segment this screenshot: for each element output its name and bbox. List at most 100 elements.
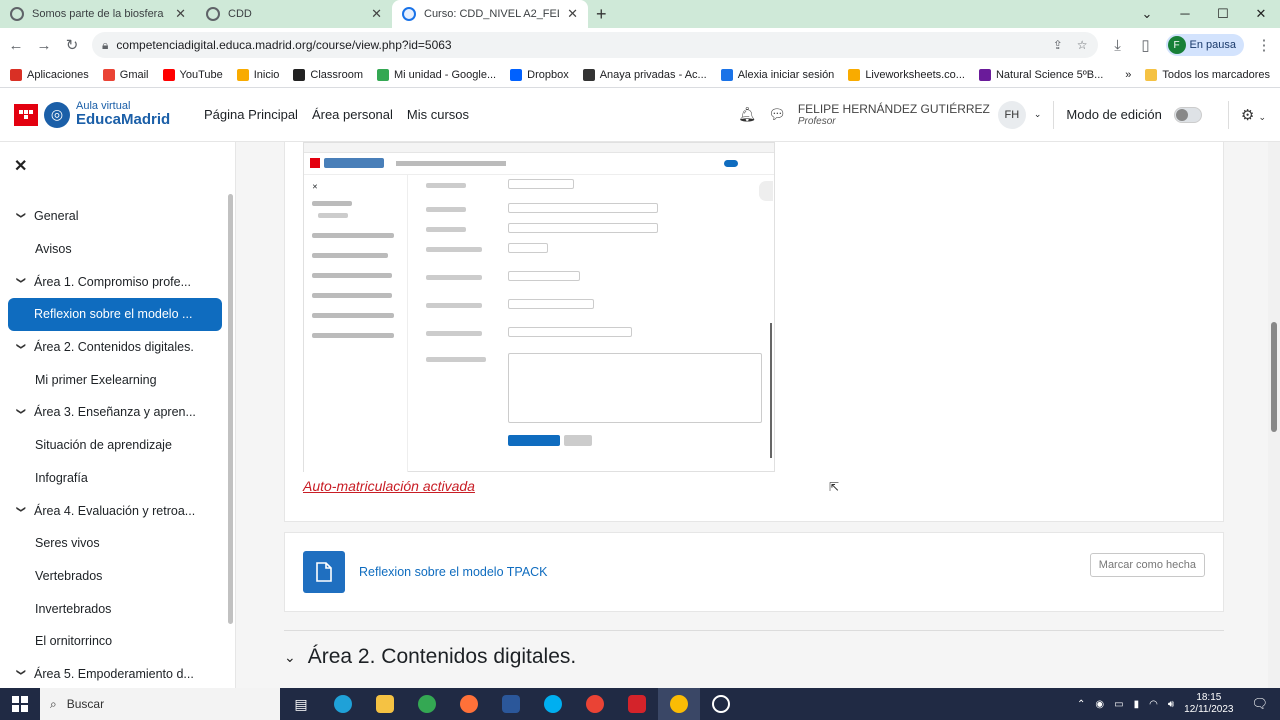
taskbar-clock[interactable]: 18:15 12/11/2023: [1184, 692, 1233, 716]
tab-close-icon[interactable]: ✕: [567, 6, 578, 22]
battery-icon[interactable]: ▮: [1134, 699, 1140, 710]
menu-home[interactable]: Página Principal: [204, 107, 298, 122]
network-icon[interactable]: ◠: [1149, 699, 1158, 710]
bookmark-item[interactable]: Gmail: [102, 68, 149, 81]
sidebar-activity[interactable]: Infografía: [0, 462, 235, 495]
bookmark-item[interactable]: Liveworksheets.co...: [848, 68, 965, 81]
chevron-down-icon[interactable]: ❯: [16, 407, 27, 417]
chevron-down-icon[interactable]: ❯: [16, 342, 27, 352]
sidebar-activity[interactable]: Seres vivos: [0, 527, 235, 560]
bookmark-item[interactable]: Mi unidad - Google...: [377, 68, 496, 81]
close-window-button[interactable]: ✕: [1242, 0, 1280, 28]
word-icon[interactable]: [490, 688, 532, 720]
menu-my-courses[interactable]: Mis cursos: [407, 107, 469, 122]
bookmark-item[interactable]: Inicio: [236, 68, 280, 81]
sidebar-section[interactable]: ❯ Área 1. Compromiso profe...: [0, 265, 235, 298]
forward-icon[interactable]: →: [36, 37, 52, 54]
user-menu[interactable]: FELIPE HERNÁNDEZ GUTIÉRREZ Profesor FH ⌄: [797, 100, 1041, 129]
browser-tab-3[interactable]: Curso: CDD_NIVEL A2_FELIPE HE ✕: [392, 0, 588, 28]
course-icon: [402, 7, 416, 21]
more-bookmarks-icon[interactable]: »: [1125, 69, 1131, 81]
task-view-icon[interactable]: ▤: [280, 688, 322, 720]
minimize-button[interactable]: ─: [1166, 0, 1204, 28]
messages-icon[interactable]: 💬︎: [768, 106, 786, 123]
menu-kebab-icon[interactable]: ⋮: [1256, 36, 1272, 54]
sidepanel-icon[interactable]: ▯: [1138, 36, 1154, 54]
bookmark-item[interactable]: YouTube: [162, 68, 223, 81]
page-scrollbar[interactable]: [1268, 142, 1280, 688]
auto-enrolment-link[interactable]: Auto-matriculación activada: [303, 478, 475, 494]
mark-as-done-button[interactable]: Marcar como hecha: [1089, 553, 1205, 577]
activity-link[interactable]: Reflexion sobre el modelo TPACK: [359, 565, 548, 579]
taskbar-search[interactable]: ⌕ Buscar: [40, 688, 280, 720]
sidebar-activity[interactable]: Vertebrados: [0, 560, 235, 593]
sidebar-activity[interactable]: Situación de aprendizaje: [0, 429, 235, 462]
educamadrid-logo[interactable]: ◎ Aula virtual EducaMadrid: [14, 101, 204, 128]
sidebar-section[interactable]: ❯ Área 2. Contenidos digitales.: [0, 331, 235, 364]
maximize-button[interactable]: ☐: [1204, 0, 1242, 28]
url-bar[interactable]: 🔒︎ competenciadigital.educa.madrid.org/c…: [92, 32, 1098, 58]
reload-icon[interactable]: ↻: [64, 36, 80, 54]
sidebar-activity[interactable]: Avisos: [0, 233, 235, 266]
screen-recorder-icon[interactable]: [700, 688, 742, 720]
sidebar-activity-selected[interactable]: Reflexion sobre el modelo ...: [8, 298, 222, 331]
chrome-icon[interactable]: [574, 688, 616, 720]
chevron-down-icon[interactable]: ❯: [16, 506, 27, 516]
user-name: FELIPE HERNÁNDEZ GUTIÉRREZ: [797, 101, 990, 116]
file-explorer-icon[interactable]: [364, 688, 406, 720]
bookmark-item[interactable]: Natural Science 5ºB...: [978, 68, 1103, 81]
volume-icon[interactable]: 🔊︎: [1168, 699, 1174, 710]
sidebar-item-label: Área 2. Contenidos digitales.: [34, 340, 194, 355]
chevron-down-icon[interactable]: ❯: [16, 669, 27, 679]
bell-icon[interactable]: 🔔︎: [738, 106, 756, 123]
tab-search-icon[interactable]: ⌄: [1128, 0, 1166, 28]
divider: [1227, 100, 1229, 129]
chevron-up-icon[interactable]: ⌃: [1077, 699, 1085, 710]
bookmark-item[interactable]: Aplicaciones: [10, 68, 89, 81]
windows-start-button[interactable]: [0, 696, 40, 712]
bookmark-favicon-icon: [10, 68, 22, 81]
chevron-down-icon[interactable]: ❯: [16, 211, 27, 221]
skype-icon[interactable]: [532, 688, 574, 720]
edit-mode-toggle[interactable]: [1173, 106, 1202, 123]
share-icon[interactable]: ⇪: [1053, 38, 1063, 52]
sidebar-section[interactable]: ❯ General: [0, 200, 235, 233]
menu-dashboard[interactable]: Área personal: [312, 107, 393, 122]
gear-icon[interactable]: ⚙︎ ⌄: [1241, 106, 1266, 124]
tray-app-icon[interactable]: ◉: [1095, 699, 1104, 710]
download-icon[interactable]: ⤓: [1110, 37, 1126, 54]
back-icon[interactable]: ←: [8, 37, 24, 54]
firefox-icon[interactable]: [448, 688, 490, 720]
sidebar-activity[interactable]: Invertebrados: [0, 592, 235, 625]
bookmark-label: Inicio: [253, 68, 280, 81]
bookmark-item[interactable]: Classroom: [293, 68, 363, 81]
sidebar-section[interactable]: ❯ Área 5. Empoderamiento d...: [0, 658, 235, 688]
bookmark-item[interactable]: Anaya privadas - Ac...: [582, 68, 707, 81]
bookmark-item[interactable]: Alexia iniciar sesión: [720, 68, 834, 81]
edge-icon[interactable]: [322, 688, 364, 720]
tab-close-icon[interactable]: ✕: [175, 6, 186, 22]
profile-button[interactable]: F En pausa: [1165, 34, 1244, 56]
chevron-down-icon[interactable]: ❯: [16, 277, 27, 287]
drawer-scrollbar[interactable]: [228, 194, 233, 624]
bookmark-item[interactable]: Dropbox: [510, 68, 569, 81]
sidebar-item-label: Situación de aprendizaje: [35, 438, 172, 453]
chrome-icon[interactable]: [658, 688, 700, 720]
notifications-icon[interactable]: 🗨︎: [1251, 696, 1268, 712]
acrobat-icon[interactable]: [616, 688, 658, 720]
display-icon[interactable]: ▭: [1114, 699, 1123, 710]
windows-taskbar: ⌕ Buscar ▤ ⌃ ◉ ▭ ▮ ◠ 🔊︎ 18:15 12/11/2023…: [0, 688, 1280, 720]
new-tab-button[interactable]: +: [596, 4, 607, 25]
sidebar-section[interactable]: ❯ Área 3. Enseñanza y apren...: [0, 396, 235, 429]
all-bookmarks-folder[interactable]: Todos los marcadores: [1145, 68, 1270, 81]
sidebar-activity[interactable]: El ornitorrinco: [0, 625, 235, 658]
tab-close-icon[interactable]: ✕: [371, 6, 382, 22]
sidebar-activity[interactable]: Mi primer Exelearning: [0, 363, 235, 396]
bookmark-star-icon[interactable]: ☆: [1077, 38, 1088, 52]
sidebar-section[interactable]: ❯ Área 4. Evaluación y retroa...: [0, 494, 235, 527]
chrome-icon[interactable]: [406, 688, 448, 720]
close-drawer-icon[interactable]: ✕: [14, 156, 27, 176]
browser-tab-1[interactable]: Somos parte de la biosfera ✕: [0, 0, 196, 28]
browser-tab-2[interactable]: CDD ✕: [196, 0, 392, 28]
chevron-down-icon[interactable]: ⌄: [284, 649, 296, 666]
